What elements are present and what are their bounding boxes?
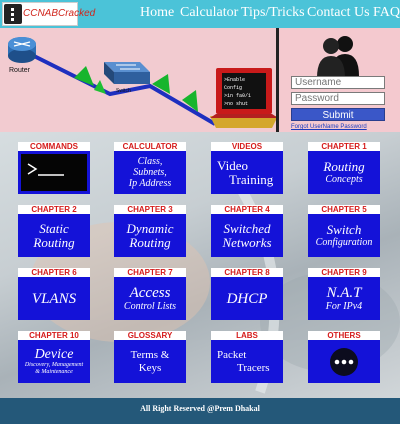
tile-text: Video [217, 157, 248, 173]
tile-header: CHAPTER 5 [308, 205, 380, 214]
site-logo[interactable]: CCNABCracked [2, 2, 95, 26]
tile-text: & Maintenance [35, 368, 73, 375]
tile-calculator[interactable]: CALCULATOR Class, Subnets, Ip Address [114, 142, 186, 194]
tile-chapter-8[interactable]: CHAPTER 8 DHCP [211, 268, 283, 320]
tile-chapter-2[interactable]: CHAPTER 2 Static Routing [18, 205, 90, 257]
tile-text: Device [34, 346, 74, 362]
nav-tips-tricks[interactable]: Tips/Tricks [241, 5, 305, 21]
tile-text: Discovery, Management [24, 361, 84, 368]
terminal-line: >Enable [224, 77, 245, 83]
tile-text: Training [229, 171, 274, 187]
top-nav-bar: CCNABCracked Home Calculator Tips/Tricks… [0, 0, 400, 28]
tile-chapter-6[interactable]: CHAPTER 6 VLANS [18, 268, 90, 320]
tile-header: CHAPTER 8 [211, 268, 283, 277]
tile-header: LABS [211, 331, 283, 340]
forgot-credentials-link[interactable]: Forgot UserName Password [291, 124, 367, 130]
tile-chapter-5[interactable]: CHAPTER 5 Switch Configuration [308, 205, 380, 257]
router-label: Router [9, 67, 31, 74]
tile-text: Routing [129, 234, 171, 250]
tile-chapter-7[interactable]: CHAPTER 7 Access Control Lists [114, 268, 186, 320]
tile-text: Networks [222, 234, 272, 250]
username-input[interactable] [291, 76, 385, 89]
tile-text: Routing [33, 234, 75, 250]
tile-header: GLOSSARY [114, 331, 186, 340]
tile-text: Class, [137, 156, 163, 167]
tile-header: CHAPTER 1 [308, 142, 380, 151]
arrow-icon [94, 80, 106, 94]
tile-text: Ip Address [128, 178, 172, 189]
terminal-line: Config [224, 85, 242, 91]
tile-text: Switched [223, 220, 271, 236]
tile-header: CHAPTER 2 [18, 205, 90, 214]
tile-chapter-9[interactable]: CHAPTER 9 N.A.T For IPv4 [308, 268, 380, 320]
tile-text: Static [39, 220, 69, 236]
tile-header: COMMANDS [18, 142, 90, 151]
tile-text: Control Lists [123, 301, 177, 312]
nav-contact-us[interactable]: Contact Us [307, 5, 370, 21]
tile-videos[interactable]: VIDEOS Video Training [211, 142, 283, 194]
tile-text: N.A.T [326, 285, 362, 301]
more-icon [330, 347, 358, 376]
terminal-line: >in fa0/1 [224, 93, 251, 99]
tile-text: DHCP [226, 290, 268, 307]
tile-header: CHAPTER 3 [114, 205, 186, 214]
tile-header: CHAPTER 10 [18, 331, 90, 340]
tile-text: Concepts [325, 174, 363, 185]
tile-text: VLANS [31, 290, 77, 307]
tile-commands[interactable]: COMMANDS [18, 142, 90, 194]
tile-header: OTHERS [308, 331, 380, 340]
tile-chapter-10[interactable]: CHAPTER 10 Device Discovery, Management … [18, 331, 90, 383]
submit-button[interactable]: Submit [291, 108, 385, 121]
footer: All Right Reserved @Prem Dhakal [0, 398, 400, 424]
logo-icon [4, 4, 22, 24]
tile-chapter-4[interactable]: CHAPTER 4 Switched Networks [211, 205, 283, 257]
tile-header: CHAPTER 7 [114, 268, 186, 277]
nav-faq[interactable]: FAQ [373, 5, 400, 21]
tile-text: Routing [323, 159, 365, 174]
nav-home[interactable]: Home [140, 5, 174, 21]
nav-calculator[interactable]: Calculator [180, 5, 238, 21]
footer-copyright: All Right Reserved @Prem Dhakal [140, 404, 260, 413]
tile-text: Terms & [130, 348, 170, 361]
tile-text: Dynamic [126, 220, 174, 236]
tile-text: Configuration [315, 237, 373, 248]
users-icon [317, 36, 359, 78]
switch-icon [104, 62, 150, 84]
tile-text: Subnets, [133, 167, 167, 178]
tile-header: CHAPTER 6 [18, 268, 90, 277]
terminal-line: >no shut [224, 101, 248, 107]
tile-text: Packet [217, 348, 247, 361]
tile-header: CHAPTER 9 [308, 268, 380, 277]
tile-text: Switch [326, 222, 362, 237]
network-diagram-graphic: Router Switch >Enable Config >in fa0/1 >… [8, 37, 278, 128]
tile-chapter-1[interactable]: CHAPTER 1 Routing Concepts [308, 142, 380, 194]
tile-chapter-3[interactable]: CHAPTER 3 Dynamic Routing [114, 205, 186, 257]
tile-glossary[interactable]: GLOSSARY Terms & Keys [114, 331, 186, 383]
tile-header: CHAPTER 4 [211, 205, 283, 214]
tile-header: VIDEOS [211, 142, 283, 151]
tile-header: CALCULATOR [114, 142, 186, 151]
password-input[interactable] [291, 92, 385, 105]
router-icon [8, 37, 36, 63]
network-diagram: Router Switch >Enable Config >in fa0/1 >… [0, 28, 278, 132]
tile-text: Access [129, 285, 171, 301]
tile-text: For IPv4 [325, 301, 363, 312]
tile-text: Tracers [237, 361, 270, 374]
logo-text: CCNABCracked [23, 8, 96, 19]
tile-labs[interactable]: LABS Packet Tracers [211, 331, 283, 383]
switch-label: Switch [116, 88, 131, 94]
terminal-icon [27, 162, 64, 176]
tile-others[interactable]: OTHERS [308, 331, 380, 383]
tile-text: Keys [138, 361, 162, 374]
